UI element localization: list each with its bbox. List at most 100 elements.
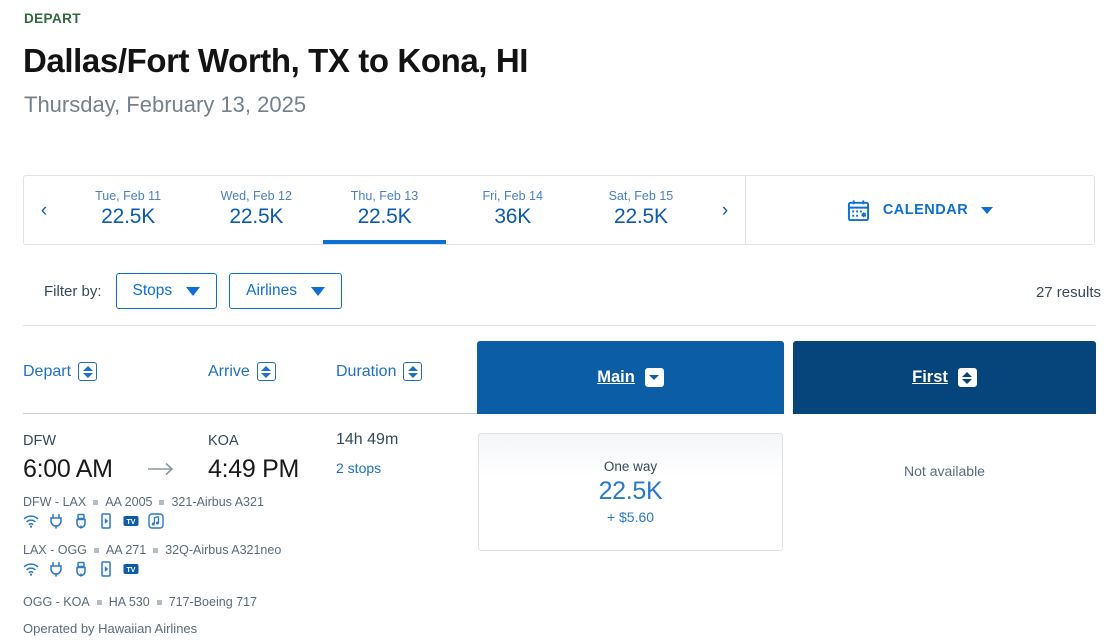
filter-stops-button[interactable]: Stops: [115, 273, 218, 309]
segment-2-route: LAX - OGG: [23, 543, 87, 557]
depart-label: DEPART: [24, 11, 81, 26]
tv-icon: TV: [123, 564, 139, 574]
column-header-duration[interactable]: Duration: [336, 362, 423, 381]
separator-dot-icon: [93, 547, 99, 553]
segment-3-aircraft: 717-Boeing 717: [168, 595, 257, 609]
sort-updown-icon[interactable]: [957, 368, 977, 387]
filter-stops-label: Stops: [132, 282, 173, 299]
segment-2-details: LAX - OGG AA 271 32Q-Airbus A321neo: [23, 543, 281, 557]
chevron-down-icon: [310, 286, 325, 296]
calendar-icon: [847, 199, 869, 221]
date-carousel: ‹ Tue, Feb 11 22.5K Wed, Feb 12 22.5K Th…: [23, 175, 1095, 245]
sort-down-icon[interactable]: [644, 368, 664, 387]
date-cell-price: 22.5K: [357, 205, 412, 228]
wifi-icon: [23, 563, 39, 576]
segment-3-details: OGG - KOA HA 530 717-Boeing 717: [23, 595, 257, 609]
section-divider: [23, 325, 1096, 326]
chevron-down-icon: [186, 286, 201, 296]
svg-text:TV: TV: [127, 567, 136, 574]
chevron-right-icon[interactable]: ›: [705, 201, 745, 220]
depart-time: 6:00 AM: [23, 455, 113, 483]
sort-updown-icon[interactable]: [78, 362, 98, 381]
date-cell-price: 22.5K: [101, 205, 156, 228]
page-title: Dallas/Fort Worth, TX to Kona, HI: [23, 42, 529, 79]
segment-2-aircraft: 32Q-Airbus A321neo: [165, 543, 282, 557]
separator-dot-icon: [156, 599, 162, 605]
arrive-time: 4:49 PM: [208, 455, 300, 483]
fare-tab-main-label: Main: [597, 368, 635, 386]
fare-fees-amount: + $5.60: [606, 508, 655, 525]
segment-1-route: DFW - LAX: [23, 495, 87, 509]
column-header-depart[interactable]: Depart: [23, 362, 98, 381]
date-cell-price: 36K: [494, 205, 532, 228]
first-fare-not-available: Not available: [904, 463, 985, 479]
device-icon: [101, 513, 111, 529]
date-cell-fri-feb-14[interactable]: Fri, Feb 14 36K: [449, 176, 577, 244]
chevron-down-icon: [981, 206, 994, 214]
power-outlet-icon: [50, 561, 62, 577]
segment-2-amenities: TV: [23, 561, 139, 577]
operated-by-text: Operated by Hawaiian Airlines: [23, 621, 198, 636]
usb-port-icon: [76, 561, 86, 577]
column-header-arrive[interactable]: Arrive: [208, 362, 276, 381]
fare-type-label: One way: [603, 459, 658, 475]
segment-3-route: OGG - KOA: [23, 595, 90, 609]
segment-2-flight-number: AA 271: [105, 543, 147, 557]
date-cell-tue-feb-11[interactable]: Tue, Feb 11 22.5K: [64, 176, 192, 244]
date-carousel-strip: ‹ Tue, Feb 11 22.5K Wed, Feb 12 22.5K Th…: [24, 176, 746, 244]
fare-miles-amount: 22.5K: [598, 477, 663, 506]
usb-port-icon: [76, 513, 86, 529]
calendar-label: CALENDAR: [882, 202, 969, 218]
device-icon: [101, 561, 111, 577]
main-fare-price-card[interactable]: One way 22.5K + $5.60: [478, 433, 783, 551]
segment-1-aircraft: 321-Airbus A321: [171, 495, 264, 509]
depart-airport-code: DFW: [23, 433, 57, 449]
tv-icon: TV: [123, 516, 139, 526]
segment-1-amenities: TV: [23, 513, 164, 529]
date-cell-day: Tue, Feb 11: [95, 189, 162, 203]
column-header-duration-label: Duration: [336, 362, 397, 380]
flight-stops-link[interactable]: 2 stops: [336, 460, 381, 476]
segment-1-details: DFW - LAX AA 2005 321-Airbus A321: [23, 495, 264, 509]
filter-airlines-label: Airlines: [246, 282, 297, 299]
chevron-left-icon[interactable]: ‹: [24, 201, 64, 220]
column-header-underline: [23, 413, 477, 414]
separator-dot-icon: [96, 599, 102, 605]
column-header-depart-label: Depart: [23, 362, 72, 380]
fare-tab-first[interactable]: First: [793, 341, 1096, 414]
date-cell-day: Fri, Feb 14: [482, 189, 543, 203]
svg-text:TV: TV: [127, 519, 136, 526]
calendar-button[interactable]: CALENDAR: [746, 176, 1094, 244]
route-date: Thursday, February 13, 2025: [24, 92, 307, 117]
date-cell-price: 22.5K: [229, 205, 284, 228]
flight-duration: 14h 49m: [336, 431, 399, 448]
sort-updown-icon[interactable]: [256, 362, 276, 381]
flight-search-results-page: DEPART Dallas/Fort Worth, TX to Kona, HI…: [0, 0, 1119, 640]
column-header-arrive-label: Arrive: [208, 362, 250, 380]
music-icon: [148, 513, 164, 529]
date-cell-day: Thu, Feb 13: [350, 189, 419, 203]
date-cell-day: Sat, Feb 15: [608, 189, 674, 203]
filter-airlines-button[interactable]: Airlines: [229, 273, 342, 309]
separator-dot-icon: [159, 499, 165, 505]
date-cells: Tue, Feb 11 22.5K Wed, Feb 12 22.5K Thu,…: [64, 176, 705, 244]
fare-tab-main[interactable]: Main: [477, 341, 784, 414]
date-cell-sat-feb-15[interactable]: Sat, Feb 15 22.5K: [577, 176, 705, 244]
segment-1-flight-number: AA 2005: [105, 495, 153, 509]
wifi-icon: [23, 515, 39, 528]
date-cell-thu-feb-13[interactable]: Thu, Feb 13 22.5K: [320, 176, 448, 244]
segment-3-flight-number: HA 530: [108, 595, 150, 609]
filter-by-label: Filter by:: [44, 282, 102, 300]
arrow-right-icon: [148, 462, 174, 476]
separator-dot-icon: [93, 499, 99, 505]
date-cell-day: Wed, Feb 12: [220, 189, 292, 203]
fare-tab-first-label: First: [912, 368, 948, 386]
arrive-airport-code: KOA: [208, 433, 239, 449]
results-count: 27 results: [1035, 284, 1101, 301]
date-cell-wed-feb-12[interactable]: Wed, Feb 12 22.5K: [192, 176, 320, 244]
filter-bar: Filter by: Stops Airlines: [44, 273, 342, 309]
separator-dot-icon: [153, 547, 159, 553]
power-outlet-icon: [50, 513, 62, 529]
date-cell-price: 22.5K: [613, 205, 668, 228]
sort-updown-icon[interactable]: [403, 362, 423, 381]
